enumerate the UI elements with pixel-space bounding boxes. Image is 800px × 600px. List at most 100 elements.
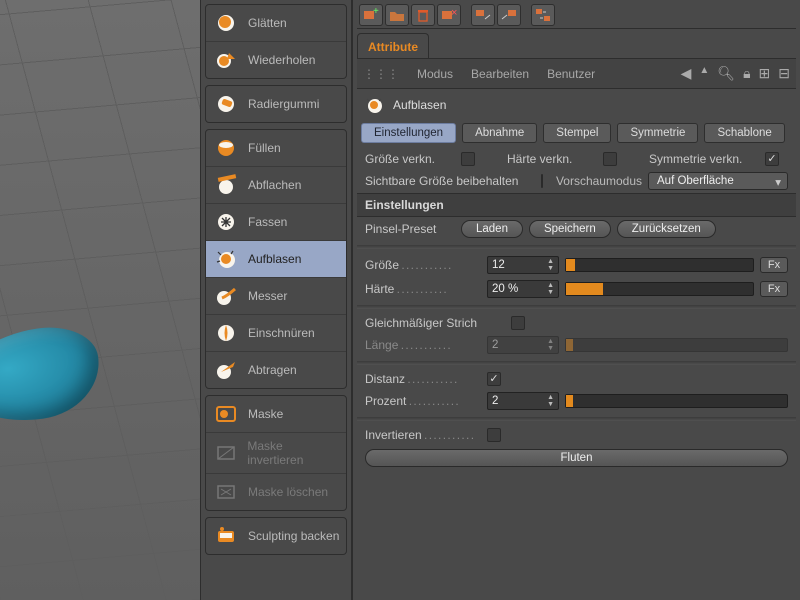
tool-label: Wiederholen <box>248 53 315 67</box>
inflate-icon <box>363 95 385 115</box>
layout-a-icon[interactable]: ⊞ <box>759 65 771 82</box>
toggle-b-icon[interactable] <box>497 4 521 26</box>
mask-icon <box>212 402 240 426</box>
chip-abnahme[interactable]: Abnahme <box>462 123 537 143</box>
visible-keep-checkbox[interactable] <box>541 174 543 188</box>
percent-label: Prozent <box>365 394 481 408</box>
tool-maske-invertieren[interactable]: Maske invertieren <box>206 432 346 473</box>
size-slider[interactable] <box>565 258 754 272</box>
lock-icon[interactable]: 🔒︎ <box>743 65 750 82</box>
distance-label: Distanz <box>365 372 481 386</box>
sym-link-checkbox[interactable] <box>765 152 779 166</box>
tool-label: Maske invertieren <box>247 439 340 467</box>
tool-wiederholen[interactable]: Wiederholen <box>206 41 346 78</box>
preset-save-button[interactable]: Speichern <box>529 220 611 238</box>
length-spinner[interactable]: 2▲▼ <box>487 336 559 354</box>
tool-einschnueren[interactable]: Einschnüren <box>206 314 346 351</box>
even-stroke-label: Gleichmäßiger Strich <box>365 316 505 330</box>
tool-label: Messer <box>248 289 287 303</box>
inflate-icon <box>212 247 240 271</box>
even-stroke-checkbox[interactable] <box>511 316 525 330</box>
menu-modus[interactable]: Modus <box>417 67 453 81</box>
grab-icon <box>212 210 240 234</box>
size-link-label: Größe verkn. <box>365 152 455 166</box>
tool-abtragen[interactable]: Abtragen <box>206 351 346 388</box>
invert-label: Invertieren <box>365 428 481 442</box>
length-slider[interactable] <box>565 338 788 352</box>
pinch-icon <box>212 321 240 345</box>
tab-attribute[interactable]: Attribute <box>357 33 429 58</box>
hard-link-checkbox[interactable] <box>603 152 617 166</box>
hard-slider[interactable] <box>565 282 754 296</box>
tool-fuellen[interactable]: Füllen <box>206 130 346 166</box>
folder-icon[interactable] <box>385 4 409 26</box>
tool-fassen[interactable]: Fassen <box>206 203 346 240</box>
size-fx-button[interactable]: Fx <box>760 257 788 273</box>
tool-abflachen[interactable]: Abflachen <box>206 166 346 203</box>
tool-label: Sculpting backen <box>248 529 339 543</box>
add-tag-icon[interactable]: + <box>359 4 383 26</box>
scrape-icon <box>212 358 240 382</box>
search-icon[interactable]: 🔍︎ <box>717 65 735 82</box>
tool-sculpting-backen[interactable]: Sculpting backen <box>206 518 346 554</box>
menu-benutzer[interactable]: Benutzer <box>547 67 595 81</box>
chip-schablone[interactable]: Schablone <box>704 123 784 143</box>
mesh-preview <box>0 321 106 430</box>
svg-text:+: + <box>373 8 379 17</box>
hard-label: Härte <box>365 282 481 296</box>
remove-tag-icon[interactable]: × <box>437 4 461 26</box>
nav-up-icon[interactable]: ▲ <box>699 65 709 82</box>
visible-keep-label: Sichtbare Größe beibehalten <box>365 174 535 188</box>
tool-label: Fassen <box>248 215 287 229</box>
swap-icon[interactable] <box>531 4 555 26</box>
tool-label: Füllen <box>248 141 281 155</box>
tool-label: Einschnüren <box>248 326 315 340</box>
menu-bearbeiten[interactable]: Bearbeiten <box>471 67 529 81</box>
fill-icon <box>212 136 240 160</box>
layout-b-icon[interactable]: ⊟ <box>778 65 790 82</box>
percent-slider[interactable] <box>565 394 788 408</box>
attribute-title-row: Aufblasen <box>357 89 796 119</box>
size-spinner[interactable]: 12▲▼ <box>487 256 559 274</box>
chip-symmetrie[interactable]: Symmetrie <box>617 123 698 143</box>
mask-clear-icon <box>212 480 240 504</box>
tool-label: Abtragen <box>248 363 297 377</box>
tool-label: Maske <box>248 407 283 421</box>
trash-icon[interactable] <box>411 4 435 26</box>
preset-load-button[interactable]: Laden <box>461 220 523 238</box>
length-label: Länge <box>365 338 481 352</box>
knife-icon <box>212 284 240 308</box>
tool-aufblasen[interactable]: Aufblasen <box>206 240 346 277</box>
percent-spinner[interactable]: 2▲▼ <box>487 392 559 410</box>
viewport-3d[interactable] <box>0 0 200 600</box>
preset-reset-button[interactable]: Zurücksetzen <box>617 220 716 238</box>
size-label: Größe <box>365 258 481 272</box>
tool-maske-loeschen[interactable]: Maske löschen <box>206 473 346 510</box>
flood-button[interactable]: Fluten <box>365 449 788 467</box>
invert-checkbox[interactable] <box>487 428 501 442</box>
nav-back-icon[interactable]: ◀ <box>681 65 692 82</box>
tool-glaetten[interactable]: Glätten <box>206 5 346 41</box>
hard-spinner[interactable]: 20 %▲▼ <box>487 280 559 298</box>
tool-palette: Glätten Wiederholen Radiergummi Füllen A… <box>200 0 352 600</box>
distance-checkbox[interactable] <box>487 372 501 386</box>
panel-icon-bar: + × <box>357 4 796 28</box>
tool-radiergummi[interactable]: Radiergummi <box>206 86 346 122</box>
hard-fx-button[interactable]: Fx <box>760 281 788 297</box>
tool-label: Abflachen <box>248 178 301 192</box>
tool-label: Maske löschen <box>248 485 328 499</box>
attribute-panel: + × Attribute ⋮⋮⋮ Modus Bearbeiten Benut… <box>352 0 800 600</box>
subpanel-tabs: Einstellungen Abnahme Stempel Symmetrie … <box>357 119 796 149</box>
size-link-checkbox[interactable] <box>461 152 475 166</box>
tool-messer[interactable]: Messer <box>206 277 346 314</box>
attribute-title: Aufblasen <box>393 98 446 112</box>
tool-label: Aufblasen <box>248 252 301 266</box>
smooth-icon <box>212 11 240 35</box>
toggle-a-icon[interactable] <box>471 4 495 26</box>
tool-maske[interactable]: Maske <box>206 396 346 432</box>
preview-mode-label: Vorschaumodus <box>556 174 642 188</box>
chip-stempel[interactable]: Stempel <box>543 123 611 143</box>
tool-label: Radiergummi <box>248 97 319 111</box>
preview-mode-select[interactable]: Auf Oberfläche <box>648 172 788 190</box>
chip-einstellungen[interactable]: Einstellungen <box>361 123 456 143</box>
